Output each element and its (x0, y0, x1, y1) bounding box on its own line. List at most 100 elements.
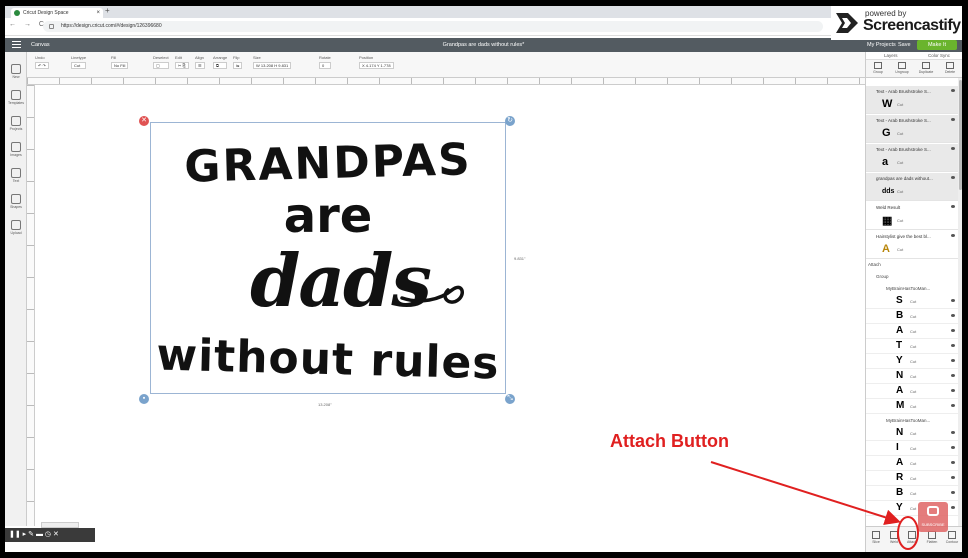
group-button[interactable]: Group (868, 62, 888, 74)
ungroup-button[interactable]: Ungroup (892, 62, 912, 74)
eye-icon[interactable] (951, 234, 955, 237)
eye-icon[interactable] (951, 147, 955, 150)
eye-icon[interactable] (951, 89, 955, 92)
eye-icon[interactable] (951, 404, 955, 407)
tab-layers[interactable]: Layers (884, 53, 898, 58)
char-layer[interactable]: S Cut (866, 294, 958, 309)
image-icon (11, 142, 21, 152)
make-it-button[interactable]: Make It (917, 40, 957, 50)
duplicate-button[interactable]: Duplicate (916, 62, 936, 74)
eye-icon[interactable] (951, 299, 955, 302)
selection-box[interactable] (150, 122, 506, 394)
eye-icon[interactable] (951, 506, 955, 509)
layer-row[interactable]: Hairstylist give the best bl... A Cut (866, 231, 958, 259)
char-layer[interactable]: M Cut (866, 399, 958, 414)
delete-handle-icon[interactable]: ✕ (139, 116, 149, 126)
eye-icon[interactable] (951, 446, 955, 449)
recorder-controls-icons[interactable]: ❚❚ ▸ ✎ ▬ ◷ ✕ (9, 530, 59, 538)
group-header[interactable]: Group (876, 274, 889, 279)
char-layer[interactable]: R Cut (866, 471, 958, 486)
rotate-field[interactable]: Rotate 0 (319, 55, 331, 69)
align-button[interactable]: Align ☰ (195, 55, 205, 69)
linetype-select[interactable]: Linetype Cut (71, 55, 87, 69)
url-text: https://design.cricut.com/#/design/12639… (61, 23, 162, 29)
eye-icon[interactable] (951, 491, 955, 494)
char-layer[interactable]: B Cut (866, 309, 958, 324)
nav-buttons[interactable]: ← → C (9, 21, 47, 28)
deselect-button[interactable]: Deselect ▢ (153, 55, 169, 69)
slice-button[interactable]: Slice (868, 531, 884, 544)
arrange-button[interactable]: Arrange ⧉ (213, 55, 228, 69)
new-button[interactable]: New (5, 64, 27, 79)
layer-row[interactable]: Weld Result ▦ Cut (866, 202, 958, 230)
eye-icon[interactable] (951, 359, 955, 362)
contour-button[interactable]: Contour (944, 531, 960, 544)
char-layer[interactable]: A Cut (866, 324, 958, 339)
browser-tab[interactable]: Cricut Design Space × (11, 8, 103, 18)
youtube-play-icon (927, 506, 939, 516)
char-layer[interactable]: T Cut (866, 339, 958, 354)
layer-row[interactable]: Text - Arab Brushstroke S... W Cut (866, 86, 958, 114)
save-link[interactable]: Save (898, 42, 911, 48)
close-tab-icon[interactable]: × (96, 8, 100, 18)
shapes-icon (11, 194, 21, 204)
eye-icon[interactable] (951, 461, 955, 464)
eye-icon[interactable] (951, 344, 955, 347)
edit-button[interactable]: Edit ✂ ⎘ (175, 55, 189, 69)
char-layer[interactable]: N Cut (866, 369, 958, 384)
eye-icon[interactable] (951, 389, 955, 392)
eye-icon[interactable] (951, 118, 955, 121)
eye-icon[interactable] (951, 374, 955, 377)
annotation-label: Attach Button (610, 431, 729, 451)
eye-icon[interactable] (951, 205, 955, 208)
my-projects-link[interactable]: My Projects (867, 42, 896, 48)
layers-scrollbar[interactable] (958, 78, 962, 526)
flip-button[interactable]: Flip ⇋ (233, 55, 243, 69)
shapes-button[interactable]: Shapes (5, 194, 27, 209)
position-fields[interactable]: Position X 4.174 Y 1.778 (359, 55, 394, 69)
char-layer[interactable]: N Cut (866, 426, 958, 441)
layers-tabs: Layers Color Sync (866, 52, 962, 60)
subgroup-header[interactable]: MyBrainHasTooMan... (886, 418, 930, 423)
eye-icon[interactable] (951, 431, 955, 434)
eye-icon[interactable] (951, 176, 955, 179)
attach-button[interactable]: Attach (904, 531, 920, 544)
attach-group-header[interactable]: Attach (868, 262, 881, 267)
eye-icon[interactable] (951, 329, 955, 332)
char-layer[interactable]: A Cut (866, 384, 958, 399)
images-button[interactable]: Images (5, 142, 27, 157)
char-layer[interactable]: A Cut (866, 456, 958, 471)
resize-handle-icon[interactable]: ⤡ (505, 394, 515, 404)
undo-group[interactable]: Undo ↶ ↷ (35, 55, 49, 69)
screencastify-watermark: powered by Screencastify (831, 6, 962, 40)
rotate-handle-icon[interactable]: ↻ (505, 116, 515, 126)
flatten-button[interactable]: Flatten (924, 531, 940, 544)
eye-icon[interactable] (951, 476, 955, 479)
recording-controls: ❚❚ ▸ ✎ ▬ ◷ ✕ (5, 528, 95, 542)
new-tab-button[interactable]: + (105, 6, 110, 15)
lock-handle-icon[interactable]: ▪ (139, 394, 149, 404)
layer-row[interactable]: Text - Arab Brushstroke S... G Cut (866, 115, 958, 143)
delete-button[interactable]: Delete (940, 62, 960, 74)
layer-row[interactable]: grandpas are dads without... dds Cut (866, 173, 958, 201)
weld-button[interactable]: Weld (886, 531, 902, 544)
tab-color-sync[interactable]: Color Sync (928, 53, 950, 58)
size-fields[interactable]: Size W 13.208 H 9.831 (253, 55, 292, 69)
projects-button[interactable]: Projects (5, 116, 27, 131)
char-layer[interactable]: I Cut (866, 441, 958, 456)
layer-row[interactable]: Text - Arab Brushstroke S... a Cut (866, 144, 958, 172)
eye-icon[interactable] (951, 314, 955, 317)
top-ruler (27, 78, 865, 85)
lock-icon (49, 24, 54, 29)
url-field[interactable]: https://design.cricut.com/#/design/12639… (43, 21, 823, 32)
youtube-subscribe-watermark[interactable]: SUBSCRIBE (918, 502, 948, 532)
upload-button[interactable]: Upload (5, 220, 27, 235)
char-layer[interactable]: Y Cut (866, 354, 958, 369)
address-bar-row: ← → C https://design.cricut.com/#/design… (5, 18, 962, 36)
text-button[interactable]: Text (5, 168, 27, 183)
subgroup-header[interactable]: MyBrainHasTooMan... (886, 286, 930, 291)
app-header: Canvas Grandpas are dads without rules* … (5, 38, 962, 52)
char-layer[interactable]: B Cut (866, 486, 958, 501)
templates-button[interactable]: Templates (5, 90, 27, 105)
fill-select[interactable]: Fill No Fill (111, 55, 129, 69)
